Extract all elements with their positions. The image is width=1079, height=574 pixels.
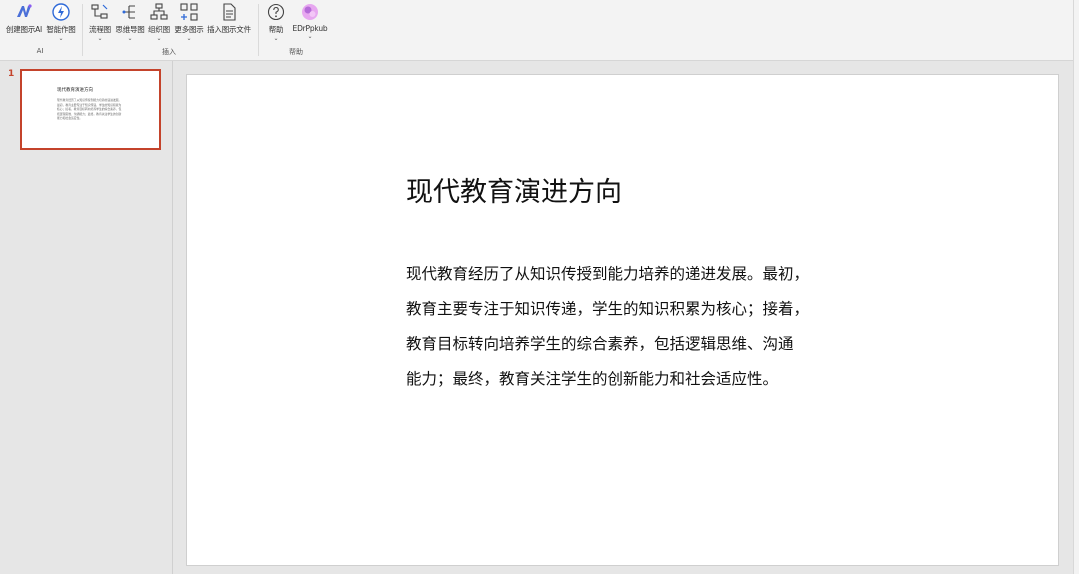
group-label-ai: AI (36, 47, 44, 55)
group-label-help: 帮助 (289, 48, 303, 56)
chevron-down-icon: ⌄ (58, 35, 64, 42)
ai-sparkle-icon (17, 4, 32, 17)
slide-canvas[interactable]: 现代教育演进方向 现代教育经历了从知识传授到能力培养的递进发展。最初， 教育主要… (186, 74, 1059, 566)
chevron-down-icon: ⌄ (186, 35, 192, 42)
lightning-icon (52, 3, 70, 21)
chevron-down-icon: ⌄ (273, 35, 279, 42)
help-button[interactable]: 帮助 ⌄ (264, 2, 288, 42)
help-label: 帮助 (268, 25, 284, 34)
org-chart-icon (150, 3, 168, 20)
body-line: 教育主要专注于知识传递，学生的知识积累为核心；接着， (406, 300, 810, 318)
help-icon (267, 3, 285, 21)
body-line: 能力；最终，教育关注学生的创新能力和社会适应性。 (406, 370, 779, 388)
ribbon-divider (258, 4, 259, 56)
mindmap-button[interactable]: 思维导图 ⌄ (114, 2, 146, 42)
more-shapes-icon (180, 3, 198, 21)
body-line: 现代教育经历了从知识传授到能力培养的递进发展。最初， (406, 265, 810, 283)
slide-thumbnail[interactable]: 现代教育演进方向 现代教育经历了从知识传授到能力培养的递进发展。最初，教育主要专… (20, 69, 161, 150)
ribbon-toolbar: 创建图示AI 智能作图 ⌄ 流程图 ⌄ 思维导图 ⌄ 组织图 ⌄ 更多图示 ⌄ … (0, 0, 1079, 61)
slide-thumbnail-pane: 1 现代教育演进方向 现代教育经历了从知识传授到能力培养的递进发展。最初，教育主… (0, 61, 173, 574)
insert-diagram-file-label: 插入图示文件 (207, 25, 251, 34)
org-chart-label: 组织图 (148, 25, 170, 34)
chevron-down-icon: ⌄ (307, 33, 313, 40)
smart-draw-button[interactable]: 智能作图 ⌄ (44, 2, 78, 42)
edraw-logo-icon (302, 4, 318, 20)
insert-diagram-file-button[interactable]: 插入图示文件 (206, 2, 252, 42)
slide-editor: 现代教育演进方向 现代教育经历了从知识传授到能力培养的递进发展。最初， 教育主要… (173, 61, 1073, 574)
thumbnail-body: 现代教育经历了从知识传授到能力培养的递进发展。最初，教育主要专注于知识传递，学生… (57, 98, 122, 121)
chevron-down-icon: ⌄ (156, 35, 162, 42)
ribbon-divider (82, 4, 83, 56)
create-diagram-ai-button[interactable]: 创建图示AI (4, 2, 44, 42)
flowchart-label: 流程图 (89, 25, 111, 34)
smart-draw-label: 智能作图 (46, 25, 76, 34)
mindmap-label: 思维导图 (115, 25, 145, 34)
body-line: 教育目标转向培养学生的综合素养，包括逻辑思维、沟通 (406, 335, 794, 353)
slide-number: 1 (8, 69, 15, 79)
document-icon (223, 3, 236, 21)
slide-title[interactable]: 现代教育演进方向 (406, 170, 622, 209)
mindmap-icon (122, 5, 135, 19)
flowchart-icon (91, 4, 108, 19)
more-shapes-button[interactable]: 更多图示 ⌄ (174, 2, 204, 42)
thumbnail-title: 现代教育演进方向 (57, 88, 93, 93)
chevron-down-icon: ⌄ (127, 35, 133, 42)
chevron-down-icon: ⌄ (97, 35, 103, 42)
more-shapes-label: 更多图示 (174, 25, 204, 34)
slide-body-text[interactable]: 现代教育经历了从知识传授到能力培养的递进发展。最初， 教育主要专注于知识传递，学… (406, 257, 846, 397)
create-diagram-ai-label: 创建图示AI (5, 25, 43, 34)
edraw-button[interactable]: EDrPpkub ⌄ (290, 2, 330, 42)
org-chart-button[interactable]: 组织图 ⌄ (146, 2, 172, 42)
vertical-scrollbar[interactable] (1073, 0, 1079, 574)
flowchart-button[interactable]: 流程图 ⌄ (88, 2, 112, 42)
edraw-label: EDrPpkub (292, 24, 328, 33)
group-label-insert: 插入 (162, 48, 176, 56)
